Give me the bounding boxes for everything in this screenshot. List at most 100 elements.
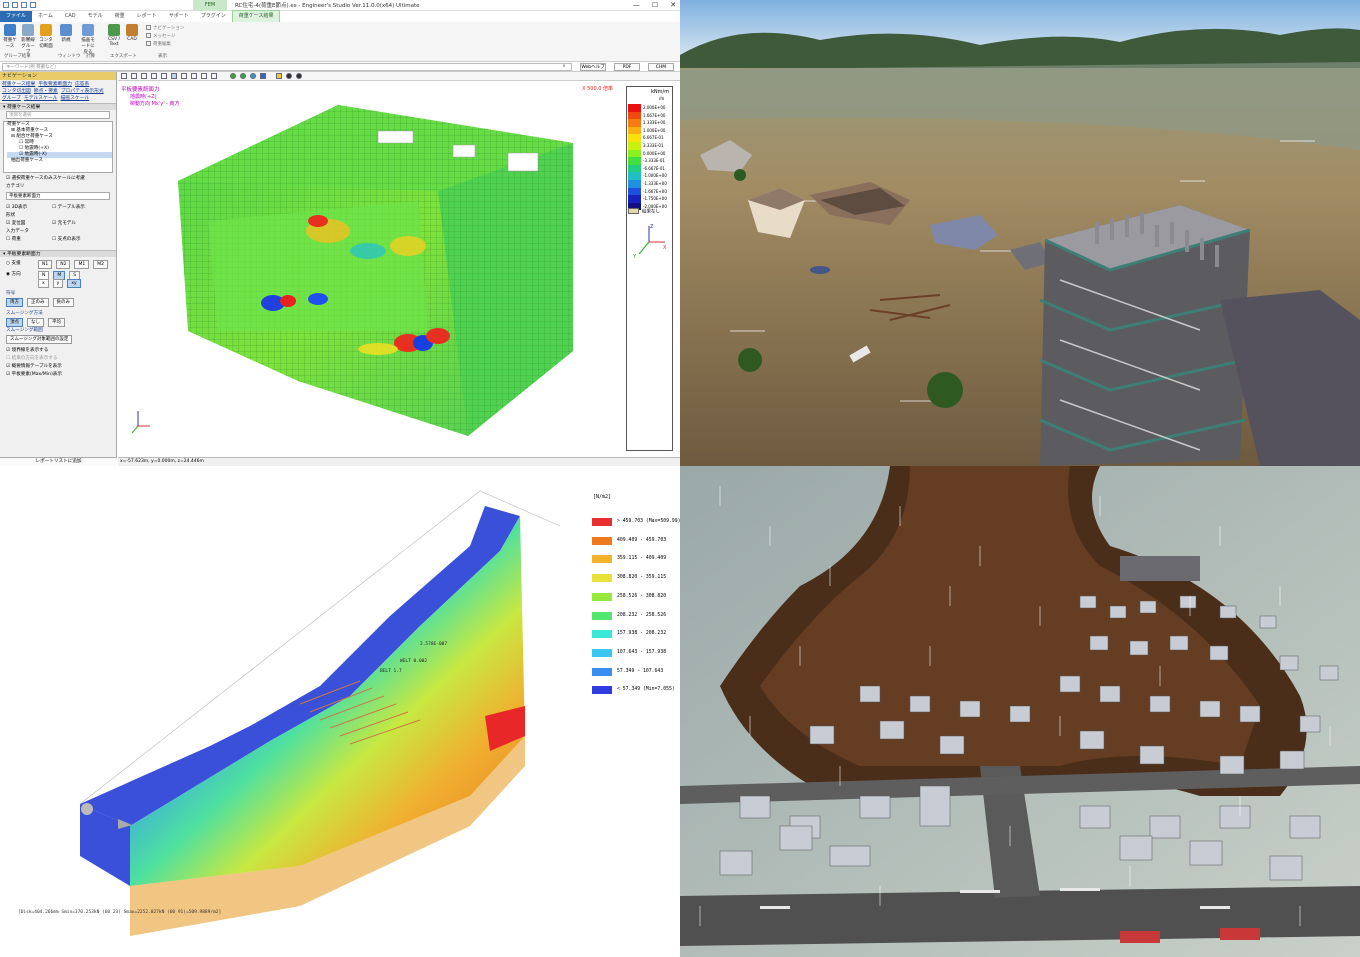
navigation-checkbox[interactable]: ナビゲーション	[146, 25, 184, 31]
tab-report[interactable]: レポート	[131, 11, 163, 22]
search-input[interactable]: キーワード(例 荷重など)	[2, 63, 572, 71]
minimize-button[interactable]: —	[633, 1, 640, 9]
maximize-button[interactable]: ☐	[652, 1, 658, 9]
contour-button[interactable]: コンタ切断面	[38, 24, 54, 49]
option-checkbox[interactable]: ☑ 平板要素(Max/Min)表示	[0, 371, 116, 379]
item-dropdown[interactable]: 項目を選択	[6, 111, 110, 119]
tab-plugin[interactable]: プラグイン	[195, 11, 232, 22]
roof-opening	[452, 144, 476, 158]
camera-icon[interactable]	[296, 73, 302, 79]
tab-support[interactable]: サポート	[163, 11, 195, 22]
negative-button[interactable]: 負のみ	[52, 298, 74, 307]
legend-row: -1.333E+00	[628, 180, 673, 188]
original-model-checkbox[interactable]: 元モデル	[58, 221, 76, 226]
support-checkbox[interactable]: 支点の表示	[58, 237, 81, 242]
camera-icon[interactable]	[286, 73, 292, 79]
tab-model[interactable]: モデル	[82, 11, 109, 22]
load-case-tree[interactable]: 荷重ケース ⊞ 基本荷重ケース ⊟ 組合せ荷重ケース ☐ 常時 ☐ 地震時(+X…	[3, 121, 113, 173]
view-icon[interactable]	[141, 73, 147, 79]
nav-link[interactable]: 節点・要素	[34, 89, 58, 94]
nav-link[interactable]: プロパティ表示形式	[61, 89, 104, 94]
zoom-icon[interactable]	[201, 73, 207, 79]
consider-scale-checkbox[interactable]: ☑ 選択荷重ケースのみスケールに考慮	[0, 175, 116, 183]
vertex-button[interactable]: 頂点	[6, 318, 23, 327]
nav-link[interactable]: モデルスケール	[24, 96, 58, 101]
tab-home[interactable]: ホーム	[32, 11, 59, 22]
quick-access-toolbar[interactable]	[0, 2, 36, 8]
rotate-icon[interactable]	[250, 73, 256, 79]
zoom-icon[interactable]	[211, 73, 217, 79]
deformed-checkbox[interactable]: 変位図	[12, 221, 26, 226]
nav-link[interactable]: 描画スケール	[61, 96, 90, 101]
shape-label: 形状	[6, 213, 16, 218]
rotate-icon[interactable]	[240, 73, 246, 79]
section-header[interactable]: ▾ 荷重ケース結果	[0, 103, 116, 110]
node-radio[interactable]: 支援	[11, 261, 20, 266]
table-display-checkbox[interactable]: テーブル表示	[58, 205, 85, 210]
chm-button[interactable]: CHM	[648, 63, 674, 71]
view-icon[interactable]	[151, 73, 157, 79]
new-icon[interactable]	[12, 2, 18, 8]
add-to-report-button[interactable]: レポートリストに追加	[0, 457, 117, 466]
message-checkbox[interactable]: メッセージ	[146, 33, 175, 39]
nav-link[interactable]: 平板要素断面力	[38, 82, 72, 87]
smoothing-range-button[interactable]: スムージング対象範囲の設定	[6, 335, 73, 344]
xy-button[interactable]: xy	[67, 279, 81, 288]
close-button[interactable]: ✕	[670, 1, 676, 9]
cad-export-button[interactable]: CAD	[124, 24, 140, 42]
nav-link[interactable]: 荷重ケース結果	[2, 82, 35, 87]
y-button[interactable]: y	[52, 279, 64, 288]
pdf-button[interactable]: PDF	[614, 63, 640, 71]
legend-row: 1.333E+00	[628, 119, 673, 127]
load-case-button[interactable]: 荷重ケース	[2, 24, 18, 49]
web-help-button[interactable]: Webヘルプ	[580, 63, 606, 71]
option-checkbox[interactable]: ☐ 結果の方向を表示する	[0, 355, 116, 363]
load-edit-checkbox[interactable]: 荷重編集	[146, 41, 171, 47]
select-icon[interactable]	[276, 73, 282, 79]
ribbon-group-label: 表示	[158, 54, 167, 59]
view-icon[interactable]	[131, 73, 137, 79]
tab-file[interactable]: ファイル	[0, 11, 33, 22]
positive-button[interactable]: 正のみ	[27, 298, 49, 307]
n2-button[interactable]: N2	[56, 260, 71, 269]
draw-mode-button[interactable]: 描画モードに戻る	[80, 24, 96, 55]
view-icon[interactable]	[260, 73, 266, 79]
ribbon-group-label: エクスポート	[110, 54, 137, 59]
load-checkbox[interactable]: 荷重	[12, 237, 21, 242]
n1-button[interactable]: N1	[38, 260, 53, 269]
category-dropdown[interactable]: 平板要素断面力	[6, 192, 110, 200]
view-icon[interactable]	[171, 73, 177, 79]
nav-link[interactable]: コンタ切出図	[2, 89, 31, 94]
view-icon[interactable]	[161, 73, 167, 79]
both-button[interactable]: 両方	[6, 298, 23, 307]
m2-button[interactable]: M2	[93, 260, 108, 269]
option-checkbox[interactable]: ☑ 概要情報テーブルを表示	[0, 363, 116, 371]
3d-viewport[interactable]: 平板要素断面力 地震時(+Z) 柳動方向 Mx'y' - 両方 X 500.0 …	[118, 81, 680, 457]
zoom-icon[interactable]	[181, 73, 187, 79]
legend-swatch	[628, 157, 641, 165]
m1-button[interactable]: M1	[74, 260, 90, 269]
csv-export-button[interactable]: CSV / Text	[106, 24, 122, 47]
zoom-icon[interactable]	[191, 73, 197, 79]
save-icon[interactable]	[21, 2, 27, 8]
average-button[interactable]: 平均	[48, 318, 65, 327]
direction-radio[interactable]: 方向	[11, 272, 20, 277]
x-button[interactable]: x	[38, 279, 49, 288]
legend-row: 1.000E+00	[628, 126, 673, 135]
none-button[interactable]: なし	[27, 318, 44, 327]
section-header[interactable]: ▾ 平板要素断面力	[0, 250, 116, 257]
nav-link[interactable]: 応答系	[75, 82, 89, 87]
tab-cad[interactable]: CAD	[59, 11, 82, 22]
tree-item[interactable]: 抽出荷重ケース	[7, 158, 112, 164]
new-window-button[interactable]: 新規	[58, 24, 74, 43]
option-checkbox[interactable]: ☑ 境界線を表示する	[0, 347, 116, 355]
rotate-icon[interactable]	[230, 73, 236, 79]
tab-load[interactable]: 荷重	[109, 11, 131, 22]
view-icon[interactable]	[121, 73, 127, 79]
influence-button[interactable]: 影響線グループ	[20, 24, 36, 55]
legend-value: -3.333E-01	[643, 158, 665, 164]
undo-icon[interactable]	[30, 2, 36, 8]
display-3d-checkbox[interactable]: 3D表示	[12, 205, 28, 210]
nav-link[interactable]: グループ	[2, 96, 21, 101]
search-icon[interactable]: ⌕	[558, 63, 570, 71]
